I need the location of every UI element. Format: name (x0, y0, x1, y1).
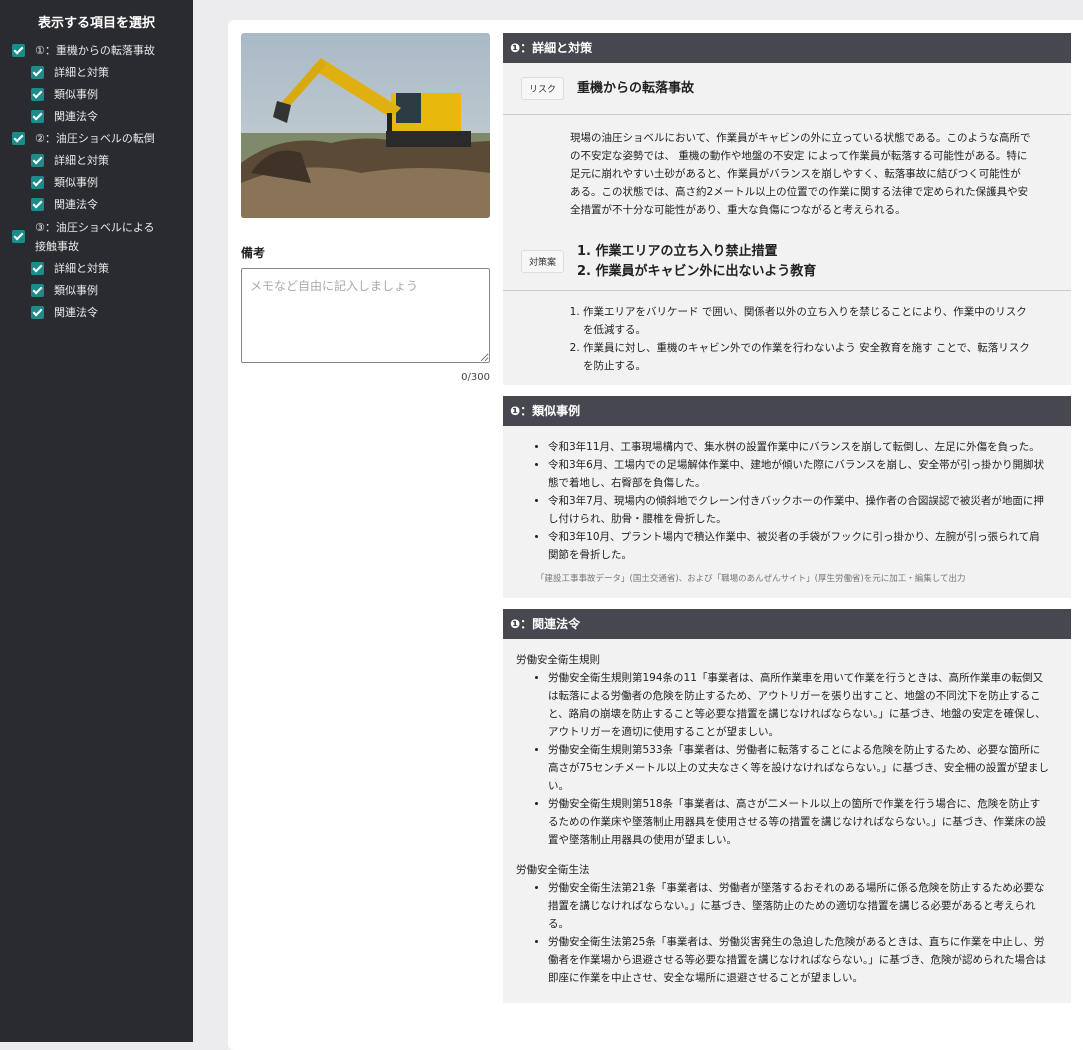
measure-list: 作業エリアをバリケード で囲い、関係者以外の立ち入りを禁じることにより、作業中の… (503, 291, 1071, 385)
sidebar-subitem[interactable]: 類似事例 (0, 85, 193, 104)
case-item: 令和3年7月、現場内の傾斜地でクレーン付きバックホーの作業中、操作者の合図誤認で… (548, 492, 1049, 528)
sidebar-item[interactable]: ①：重機からの転落事故 (0, 41, 193, 60)
sidebar-subitem[interactable]: 類似事例 (0, 173, 193, 192)
law-item: 労働安全衛生規則第194条の11「事業者は、高所作業車を用いて作業を行うときは、… (548, 669, 1049, 741)
checkbox-checked-icon[interactable] (12, 230, 25, 243)
checkbox-checked-icon[interactable] (12, 44, 25, 57)
memo-input[interactable] (241, 268, 490, 363)
sidebar-item[interactable]: ③：油圧ショベルによる接触事故 (0, 218, 193, 256)
content-card: 備考 0/300 ❶：詳細と対策 リスク 重機からの転落事故 現場の油圧ショベル… (228, 20, 1083, 1050)
sidebar-item-label: 詳細と対策 (54, 262, 109, 275)
measure-title: 1. 作業エリアの立ち入り禁止措置 (577, 243, 778, 259)
law-item: 労働安全衛生規則第518条「事業者は、高さが二メートル以上の箇所で作業を行う場合… (548, 795, 1049, 849)
risk-row: リスク 重機からの転落事故 (503, 63, 1071, 115)
case-item: 令和3年11月、工事現場構内で、集水桝の設置作業中にバランスを崩して転倒し、左足… (548, 438, 1049, 456)
law-item: 労働安全衛生法第21条「事業者は、労働者が墜落するおそれのある場所に係る危険を防… (548, 879, 1049, 933)
cases-header: ❶：類似事例 (503, 396, 1071, 426)
laws-section: ❶：関連法令 労働安全衛生規則 労働安全衛生規則第194条の11「事業者は、高所… (503, 609, 1071, 1003)
measure-item: 作業員に対し、重機のキャビン外での作業を行わないよう 安全教育を施す ことで、転… (583, 339, 1031, 375)
cases-section: ❶：類似事例 令和3年11月、工事現場構内で、集水桝の設置作業中にバランスを崩し… (503, 396, 1071, 598)
sidebar-subitem[interactable]: 類似事例 (0, 281, 193, 300)
measure-item: 作業エリアをバリケード で囲い、関係者以外の立ち入りを禁じることにより、作業中の… (583, 303, 1031, 339)
sidebar-item-label: 類似事例 (54, 284, 98, 297)
laws-header: ❶：関連法令 (503, 609, 1071, 639)
risk-title: 重機からの転落事故 (577, 80, 695, 96)
sidebar-item-label: ③：油圧ショベルによる接触事故 (35, 221, 155, 253)
memo-char-count: 0/300 (461, 372, 490, 383)
sidebar-item-label: 類似事例 (54, 176, 98, 189)
sidebar-list: ①：重機からの転落事故 詳細と対策 類似事例 関連法令 ②：油圧ショベルの転倒 詳細と対策… (0, 41, 193, 322)
sidebar-subitem[interactable]: 詳細と対策 (0, 151, 193, 170)
checkbox-checked-icon[interactable] (31, 110, 44, 123)
checkbox-checked-icon[interactable] (31, 154, 44, 167)
law-group-name: 労働安全衛生法 (516, 864, 590, 876)
sidebar-item-label: 関連法令 (54, 198, 98, 211)
sidebar-subitem[interactable]: 関連法令 (0, 107, 193, 126)
sidebar-item-label: 詳細と対策 (54, 154, 109, 167)
law-group: 労働安全衛生規則 労働安全衛生規則第194条の11「事業者は、高所作業車を用いて… (503, 639, 1071, 849)
measure-tag: 対策案 (521, 250, 565, 273)
sidebar-title: 表示する項目を選択 (37, 16, 155, 31)
law-item: 労働安全衛生規則第533条「事業者は、労働者に転落することによる危険を防止するた… (548, 741, 1049, 795)
law-item: 労働安全衛生法第25条「事業者は、労働災害発生の急迫した危険があるときは、直ちに… (548, 933, 1049, 987)
sidebar-subitem[interactable]: 詳細と対策 (0, 63, 193, 82)
details-header: ❶：詳細と対策 (503, 33, 1071, 63)
checkbox-checked-icon[interactable] (31, 88, 44, 101)
sidebar-item-label: 詳細と対策 (54, 66, 109, 79)
sidebar-item-label: ②：油圧ショベルの転倒 (35, 132, 155, 145)
details-section: ❶：詳細と対策 リスク 重機からの転落事故 現場の油圧ショベルにおいて、作業員が… (503, 33, 1071, 385)
sidebar-subitem[interactable]: 関連法令 (0, 195, 193, 214)
cases-source: 「建設工事事故データ」(国土交通省)、および「職場のあんぜんサイト」(厚生労働省… (536, 574, 966, 584)
law-group-name: 労働安全衛生規則 (516, 654, 600, 666)
sidebar-item-label: ①：重機からの転落事故 (35, 44, 155, 57)
checkbox-checked-icon[interactable] (12, 132, 25, 145)
risk-tag: リスク (521, 77, 565, 100)
sidebar-item[interactable]: ②：油圧ショベルの転倒 (0, 129, 193, 148)
risk-description: 現場の油圧ショベルにおいて、作業員がキャビンの外に立っている状態である。このよう… (570, 132, 1031, 216)
sidebar-item-label: 関連法令 (54, 110, 98, 123)
checkbox-checked-icon[interactable] (31, 176, 44, 189)
site-photo (241, 33, 490, 218)
sidebar-subitem[interactable]: 関連法令 (0, 303, 193, 322)
sidebar: 表示する項目を選択 ①：重機からの転落事故 詳細と対策 類似事例 関連法令 ②：油圧ショ… (0, 0, 193, 1042)
memo-label: 備考 (241, 246, 266, 260)
measure-title: 2. 作業員がキャビン外に出ないよう教育 (577, 263, 817, 279)
case-item: 令和3年6月、工場内での足場解体作業中、建地が傾いた際にバランスを崩し、安全帯が… (548, 456, 1049, 492)
checkbox-checked-icon[interactable] (31, 284, 44, 297)
sidebar-subitem[interactable]: 詳細と対策 (0, 259, 193, 278)
checkbox-checked-icon[interactable] (31, 66, 44, 79)
checkbox-checked-icon[interactable] (31, 306, 44, 319)
checkbox-checked-icon[interactable] (31, 198, 44, 211)
checkbox-checked-icon[interactable] (31, 262, 44, 275)
measure-row: 対策案 1. 作業エリアの立ち入り禁止措置 2. 作業員がキャビン外に出ないよう… (503, 233, 1071, 291)
sidebar-item-label: 関連法令 (54, 306, 98, 319)
risk-panels: ❶：詳細と対策 リスク 重機からの転落事故 現場の油圧ショベルにおいて、作業員が… (503, 33, 1071, 1014)
case-item: 令和3年10月、プラント場内で積込作業中、被災者の手袋がフックに引っ掛かり、左腕… (548, 528, 1049, 564)
cases-list: 令和3年11月、工事現場構内で、集水桝の設置作業中にバランスを崩して転倒し、左足… (503, 426, 1071, 570)
sidebar-item-label: 類似事例 (54, 88, 98, 101)
law-group: 労働安全衛生法 労働安全衛生法第21条「事業者は、労働者が墜落するおそれのある場… (503, 849, 1071, 987)
